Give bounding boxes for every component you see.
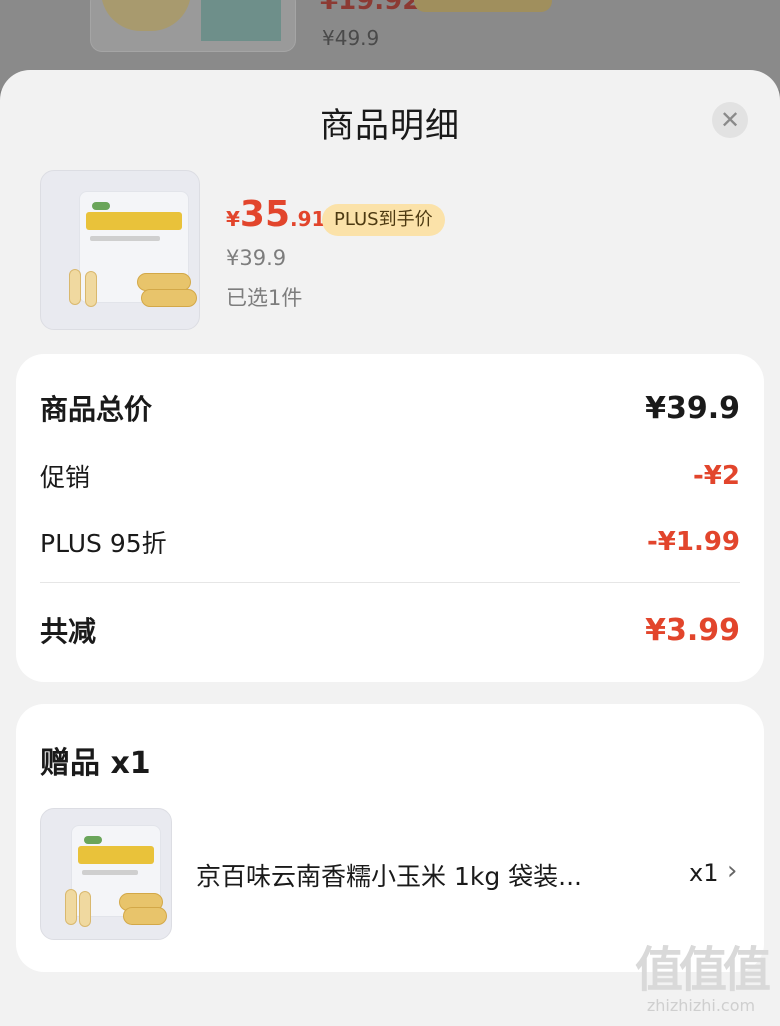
gift-product-name[interactable]: 京百味云南香糯小玉米 1kg 袋装...: [196, 857, 626, 893]
watermark-url: zhizhizhi.com: [646, 996, 756, 1015]
watermark-logo: 值值值: [634, 942, 771, 998]
price-currency: ¥: [226, 207, 240, 231]
plus-price: ¥ 35 .91: [226, 197, 325, 233]
plus-price-badge: PLUS到手价: [322, 204, 445, 236]
divider: [40, 582, 740, 583]
price-integer: 35: [239, 194, 291, 235]
promotion-row: 促销 -¥2: [40, 458, 740, 494]
price-decimal: .91: [290, 207, 326, 231]
original-price: ¥39.9: [226, 246, 287, 270]
close-icon: ✕: [719, 106, 741, 134]
detail-sheet: 商品明细 ✕ ¥ 35 .91 PLUS到手价 ¥39.9 已选1件 商品总价 …: [0, 70, 780, 1026]
total-price-label: 商品总价: [40, 393, 153, 426]
gift-title: 赠品 x1: [40, 746, 151, 781]
promotion-label: 促销: [40, 463, 91, 492]
gift-image[interactable]: [40, 808, 172, 940]
background-price: ¥19.92: [320, 0, 421, 16]
chevron-right-icon[interactable]: ›: [727, 856, 737, 886]
background-original-price: ¥49.9: [322, 26, 380, 50]
selected-count: 已选1件: [226, 286, 303, 310]
background-product-thumbnail: [90, 0, 296, 52]
plus-discount-label: PLUS 95折: [40, 529, 167, 558]
total-reduction-value: ¥3.99: [645, 612, 740, 648]
plus-discount-value: -¥1.99: [646, 527, 740, 557]
background-plus-badge: [414, 0, 552, 12]
close-button[interactable]: ✕: [712, 102, 748, 138]
total-price-row: 商品总价 ¥39.9: [40, 388, 740, 428]
gift-quantity: x1: [689, 859, 719, 887]
total-reduction-label: 共减: [40, 615, 97, 648]
watermark: 值值值 zhizhizhi.com: [628, 946, 774, 1015]
promotion-value: -¥2: [693, 461, 740, 491]
price-summary-card: 商品总价 ¥39.9 促销 -¥2 PLUS 95折 -¥1.99 共减 ¥3.…: [16, 354, 764, 682]
total-price-value: ¥39.9: [645, 390, 740, 426]
gift-card: 赠品 x1 京百味云南香糯小玉米 1kg 袋装... x1 ›: [16, 704, 764, 972]
plus-discount-row: PLUS 95折 -¥1.99: [40, 524, 740, 560]
sheet-title: 商品明细: [320, 106, 460, 146]
product-image: [40, 170, 200, 330]
total-reduction-row: 共减 ¥3.99: [40, 610, 740, 650]
